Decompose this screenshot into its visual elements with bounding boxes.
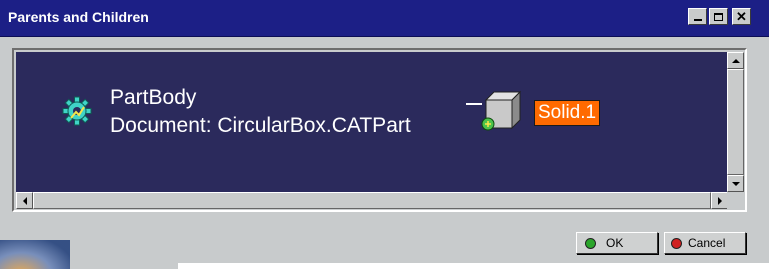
close-button[interactable]: ✕ [732,8,751,25]
arrow-down-icon [731,181,740,186]
ok-label: OK [606,236,624,250]
arrow-left-icon [22,196,27,205]
maximize-icon [714,12,723,21]
arrow-up-icon [731,58,740,63]
cancel-label: Cancel [688,236,726,250]
parent-node-document[interactable]: Document: CircularBox.CATPart [110,114,411,138]
child-node-label[interactable]: Solid.1 [534,100,601,126]
title-bar: Parents and Children ✕ [0,0,769,37]
ok-button[interactable]: OK [576,232,658,254]
graph-canvas[interactable]: PartBody Document: CircularBox.CATPart S… [16,52,728,192]
red-circle-icon [671,237,682,249]
green-circle-icon [585,237,596,249]
window-title: Parents and Children [8,9,149,25]
part-body-gear-icon[interactable] [62,96,92,126]
minimize-button[interactable] [688,8,707,25]
scroll-left-button[interactable] [16,192,33,209]
horizontal-scroll-thumb[interactable] [33,192,711,209]
vertical-scroll-thumb[interactable] [727,69,744,175]
scroll-up-button[interactable] [727,52,744,69]
scroll-right-button[interactable] [711,192,728,209]
minimize-icon [693,12,702,21]
background-globe-decoration [0,240,70,269]
solid-cube-icon[interactable] [464,88,526,136]
cancel-button[interactable]: Cancel [664,232,746,254]
close-icon: ✕ [736,9,747,24]
vertical-scrollbar[interactable] [727,52,744,192]
maximize-button[interactable] [709,8,728,25]
window-bottom-edge [178,263,769,269]
arrow-right-icon [717,196,722,205]
graph-panel: PartBody Document: CircularBox.CATPart S… [12,48,747,212]
parent-node-name[interactable]: PartBody [110,86,196,110]
horizontal-scrollbar[interactable] [16,192,728,209]
scroll-down-button[interactable] [727,175,744,192]
scrollbar-corner [727,192,744,209]
